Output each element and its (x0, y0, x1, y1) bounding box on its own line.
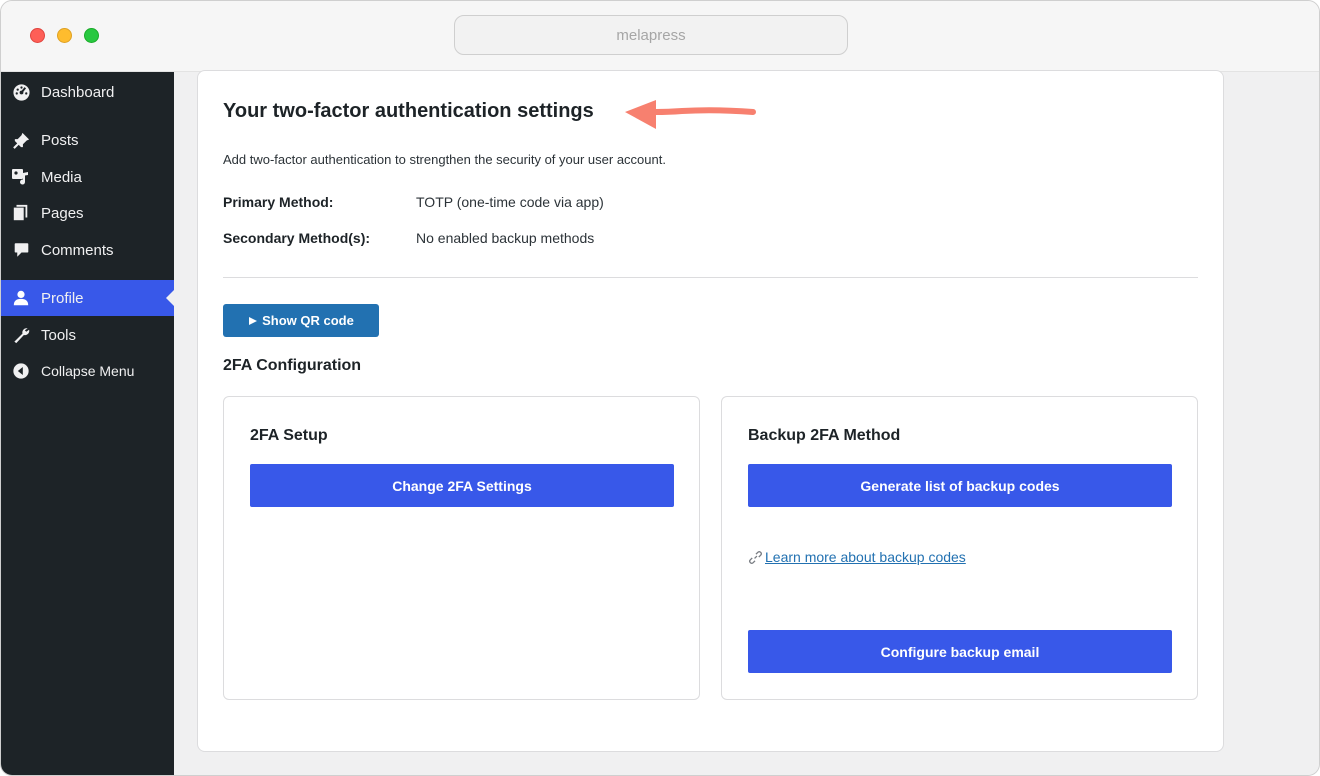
secondary-method-value: No enabled backup methods (416, 230, 595, 246)
link-icon (748, 550, 763, 564)
divider (223, 277, 1198, 278)
sidebar-item-label: Media (41, 168, 82, 186)
user-icon (11, 288, 31, 308)
zoom-window-button[interactable] (84, 28, 99, 43)
sidebar-collapse-menu[interactable]: Collapse Menu (1, 353, 174, 389)
annotation-arrow-icon (625, 100, 756, 129)
play-triangle-icon (249, 316, 258, 325)
primary-method-label: Primary Method: (223, 194, 334, 210)
title-bar: melapress (1, 1, 1319, 72)
minimize-window-button[interactable] (57, 28, 72, 43)
sidebar-item-comments[interactable]: Comments (1, 232, 174, 268)
address-bar[interactable]: melapress (454, 15, 848, 55)
sidebar-item-label: Collapse Menu (41, 363, 135, 379)
sidebar-item-label: Posts (41, 131, 79, 149)
pin-icon (11, 130, 31, 150)
dashboard-icon (11, 82, 31, 102)
sidebar-item-pages[interactable]: Pages (1, 195, 174, 231)
sidebar-item-label: Profile (41, 289, 84, 307)
sidebar-item-label: Dashboard (41, 83, 115, 101)
primary-method-value: TOTP (one-time code via app) (416, 194, 604, 210)
sidebar-item-label: Pages (41, 204, 84, 222)
media-icon (11, 167, 31, 187)
intro-text: Add two-factor authentication to strengt… (223, 152, 666, 167)
address-text: melapress (616, 26, 686, 44)
close-window-button[interactable] (30, 28, 45, 43)
sidebar-item-label: Comments (41, 241, 114, 259)
learn-more-row: Learn more about backup codes (748, 549, 966, 565)
secondary-method-label: Secondary Method(s): (223, 230, 371, 246)
generate-backup-codes-button[interactable]: Generate list of backup codes (748, 464, 1172, 507)
collapse-icon (11, 361, 31, 381)
configure-backup-email-label: Configure backup email (880, 643, 1040, 660)
backup-method-panel: Backup 2FA Method Generate list of backu… (721, 396, 1198, 700)
wrench-icon (11, 325, 31, 345)
admin-sidebar: Dashboard Posts Media Pages Comments Pro… (1, 72, 174, 775)
setup-panel-title: 2FA Setup (250, 427, 328, 444)
sidebar-item-media[interactable]: Media (1, 159, 174, 195)
sidebar-item-profile[interactable]: Profile (1, 280, 174, 316)
sidebar-item-label: Tools (41, 326, 77, 344)
change-2fa-settings-button[interactable]: Change 2FA Settings (250, 464, 674, 507)
show-qr-code-label: Show QR code (262, 313, 354, 328)
sidebar-item-dashboard[interactable]: Dashboard (1, 74, 174, 110)
config-section-title: 2FA Configuration (223, 357, 362, 374)
comment-icon (11, 240, 31, 260)
sidebar-item-tools[interactable]: Tools (1, 317, 174, 353)
pages-icon (11, 203, 31, 223)
setup-panel: 2FA Setup Change 2FA Settings (223, 396, 700, 700)
generate-backup-codes-label: Generate list of backup codes (860, 477, 1060, 494)
page-title: Your two-factor authentication settings (223, 100, 594, 122)
learn-more-backup-codes-link[interactable]: Learn more about backup codes (765, 549, 966, 565)
show-qr-code-button[interactable]: Show QR code (223, 304, 379, 337)
backup-panel-title: Backup 2FA Method (748, 427, 901, 444)
change-2fa-settings-label: Change 2FA Settings (392, 477, 532, 494)
sidebar-item-posts[interactable]: Posts (1, 122, 174, 158)
configure-backup-email-button[interactable]: Configure backup email (748, 630, 1172, 673)
